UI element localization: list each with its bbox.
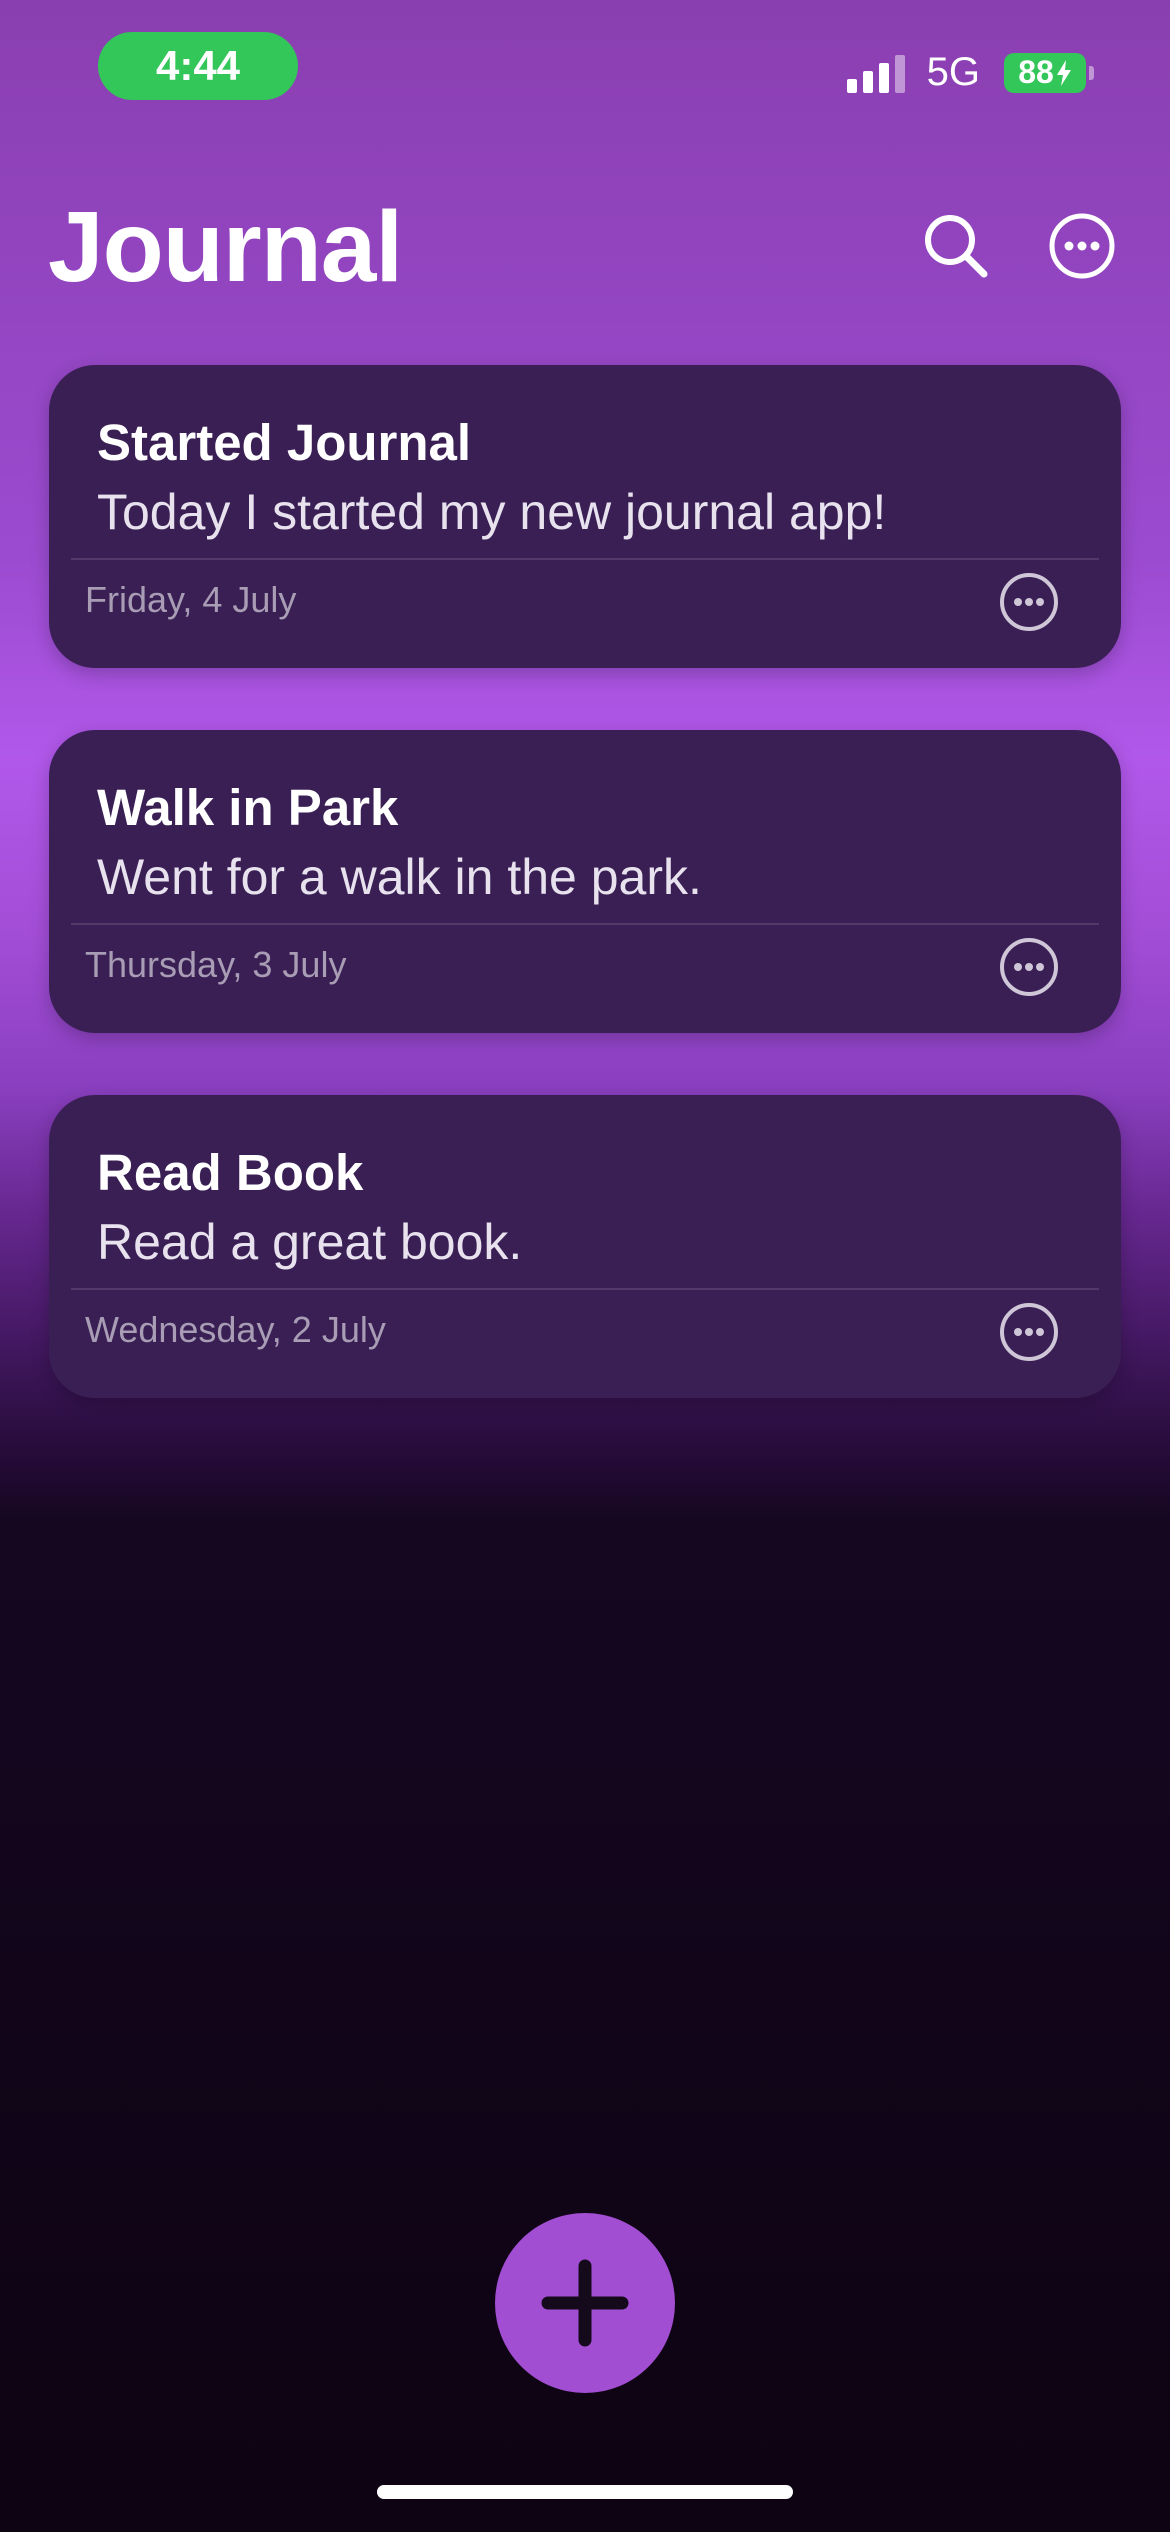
entry-body: Went for a walk in the park. [97,849,702,905]
ellipsis-circle-icon [1000,1303,1058,1361]
entry-more-button[interactable] [997,935,1061,999]
journal-entry-card[interactable]: Read Book Read a great book. Wednesday, … [49,1095,1121,1398]
entry-date: Wednesday, 2 July [85,1309,386,1350]
entry-date: Thursday, 3 July [85,944,347,985]
status-time: 4:44 [98,32,298,100]
divider [71,1288,1099,1290]
entry-more-button[interactable] [997,1300,1061,1364]
search-icon [925,215,988,278]
journal-entry-card[interactable]: Started Journal Today I started my new j… [49,365,1121,668]
divider [71,558,1099,560]
cellular-signal-icon [846,53,905,93]
ellipsis-circle-icon [1000,938,1058,996]
page-title: Journal [48,191,403,303]
entry-title: Read Book [97,1144,364,1201]
divider [71,923,1099,925]
add-entry-button[interactable] [495,2213,675,2393]
ellipsis-circle-icon [1049,213,1115,279]
entry-title: Walk in Park [97,779,399,836]
home-indicator[interactable] [377,2485,793,2499]
entries-list: Started Journal Today I started my new j… [49,365,1121,1460]
entry-title: Started Journal [97,414,472,471]
plus-icon [541,2259,629,2347]
journal-entry-card[interactable]: Walk in Park Went for a walk in the park… [49,730,1121,1033]
charging-bolt-icon [1056,59,1071,86]
ellipsis-circle-icon [1000,573,1058,631]
network-type: 5G [926,50,980,94]
entry-body: Read a great book. [97,1214,523,1270]
battery-level: 88 [1018,54,1054,90]
battery-icon: 88 [1004,52,1094,93]
entry-body: Today I started my new journal app! [97,484,887,540]
entry-date: Friday, 4 July [85,579,297,620]
status-indicators: 5G 88 [846,50,1094,95]
entry-more-button[interactable] [997,570,1061,634]
more-options-button[interactable] [1046,210,1118,282]
search-button[interactable] [920,210,992,282]
